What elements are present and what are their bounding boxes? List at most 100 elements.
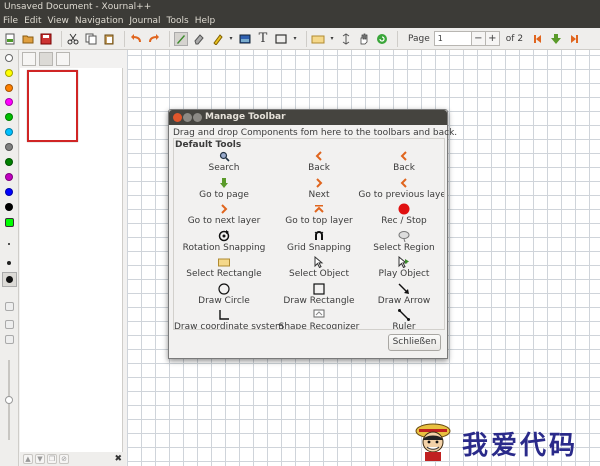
goto-page-icon[interactable]: [549, 32, 563, 46]
tool-item[interactable]: Draw Arrow: [354, 283, 444, 308]
tool-item-label: Search: [208, 163, 240, 173]
tool-item[interactable]: Select Rectangle: [174, 256, 274, 281]
page-minus-button[interactable]: −: [471, 31, 486, 46]
chevron-down-icon[interactable]: ▾: [329, 32, 335, 46]
menu-tools[interactable]: Tools: [167, 14, 189, 28]
tool-component-list[interactable]: Default Tools Search Back Back Go to page Ne…: [173, 138, 445, 330]
undo-icon[interactable]: [129, 32, 143, 46]
eraser-icon[interactable]: [192, 32, 206, 46]
redo-icon[interactable]: [147, 32, 161, 46]
tool-item[interactable]: Play Object: [354, 256, 444, 281]
text-tool-icon[interactable]: T: [256, 32, 270, 46]
color-swatch[interactable]: [5, 203, 13, 211]
color-swatch[interactable]: [5, 158, 13, 166]
menu-help[interactable]: Help: [195, 14, 216, 28]
play-object-icon: [354, 256, 444, 268]
dialog-minimize-button[interactable]: [183, 113, 192, 122]
goto-page-icon: [174, 177, 274, 189]
refresh-icon[interactable]: [375, 32, 389, 46]
tool-item[interactable]: Go to next layer: [174, 203, 274, 228]
pen-icon[interactable]: [174, 31, 188, 46]
color-swatch[interactable]: [5, 188, 13, 196]
dialog-close-button[interactable]: [173, 113, 182, 122]
tool-item[interactable]: Select Region: [354, 230, 444, 255]
page-label: Page: [408, 33, 430, 44]
color-swatch[interactable]: [5, 98, 13, 106]
move-up-icon[interactable]: ▲: [23, 454, 33, 464]
color-swatch[interactable]: [5, 54, 13, 62]
tool-item[interactable]: Ruler: [354, 309, 444, 329]
page-preview-panel: [20, 68, 123, 452]
open-folder-icon[interactable]: [21, 32, 35, 46]
fill-toggle[interactable]: [5, 302, 14, 311]
layer-button[interactable]: [5, 335, 14, 344]
tool-item-label: Rec / Stop: [381, 216, 427, 226]
menu-journal[interactable]: Journal: [129, 14, 160, 28]
menu-file[interactable]: File: [3, 14, 18, 28]
page-count-label: of 2: [505, 33, 524, 44]
tool-item[interactable]: Draw coordinate system: [174, 309, 284, 329]
first-page-icon[interactable]: [531, 32, 545, 46]
tool-item[interactable]: Go to page: [174, 177, 274, 202]
opacity-button[interactable]: [5, 320, 14, 329]
page-thumbnail[interactable]: [27, 70, 78, 142]
chevron-down-icon[interactable]: ▾: [292, 32, 298, 46]
menu-view[interactable]: View: [48, 14, 69, 28]
color-swatch[interactable]: [5, 218, 14, 227]
vertical-space-icon[interactable]: [339, 32, 353, 46]
select-rectangle-icon[interactable]: [311, 32, 325, 46]
coordinate-system-icon: [174, 309, 274, 321]
tool-item[interactable]: Search: [174, 150, 274, 175]
delete-page-icon[interactable]: ⊘: [59, 454, 69, 464]
color-swatch[interactable]: [5, 128, 13, 136]
color-swatch[interactable]: [5, 113, 13, 121]
preview-bottom-bar: ▲ ▼ ❐ ⊘ ✖: [20, 452, 126, 466]
tool-item[interactable]: Back: [354, 150, 444, 175]
copy-icon[interactable]: [84, 32, 98, 46]
save-icon[interactable]: [39, 32, 53, 46]
tab-outline[interactable]: [22, 52, 36, 66]
move-down-icon[interactable]: ▼: [35, 454, 45, 464]
tab-page-preview[interactable]: [39, 52, 53, 66]
dialog-maximize-button[interactable]: [193, 113, 202, 122]
color-swatch[interactable]: [5, 69, 13, 77]
color-swatch[interactable]: [5, 173, 13, 181]
image-icon[interactable]: [238, 32, 252, 46]
line-width-medium[interactable]: [7, 261, 11, 265]
tool-item-label: Go to page: [199, 189, 249, 200]
menu-edit[interactable]: Edit: [24, 14, 41, 28]
back-arrow-icon: [354, 150, 444, 162]
dialog-titlebar: Manage Toolbar: [169, 110, 447, 125]
select-region-icon: [354, 230, 444, 242]
tool-item[interactable]: Go to previous layer: [354, 177, 444, 202]
cut-icon[interactable]: [66, 32, 80, 46]
new-document-icon[interactable]: [3, 32, 17, 46]
tool-item[interactable]: Rotation Snapping: [174, 229, 274, 255]
page-number-input[interactable]: [433, 31, 472, 46]
line-width-thin[interactable]: [8, 243, 10, 245]
close-button[interactable]: Schließen: [388, 334, 441, 351]
line-width-thick[interactable]: [2, 272, 17, 287]
tab-layers[interactable]: [56, 52, 70, 66]
tool-item[interactable]: Rec / Stop: [354, 203, 444, 228]
copy-page-icon[interactable]: ❐: [47, 454, 57, 464]
menu-bar: File Edit View Navigation Journal Tools …: [0, 14, 600, 28]
paste-icon[interactable]: [102, 32, 116, 46]
tool-item[interactable]: Draw Circle: [174, 282, 274, 308]
close-icon[interactable]: ✖: [114, 454, 122, 464]
tool-item-label: Draw Arrow: [377, 295, 431, 306]
toolbar-separator: [61, 30, 62, 47]
last-page-icon[interactable]: [567, 32, 581, 46]
color-swatch[interactable]: [5, 84, 13, 92]
zoom-slider-handle[interactable]: [5, 396, 13, 404]
draw-rectangle-icon[interactable]: [274, 32, 288, 46]
chevron-down-icon[interactable]: ▾: [228, 32, 234, 46]
color-swatch[interactable]: [5, 143, 13, 151]
menu-navigation[interactable]: Navigation: [75, 14, 124, 28]
toolbar-separator: [169, 30, 170, 47]
highlighter-icon[interactable]: [210, 32, 224, 46]
dialog-title: Manage Toolbar: [205, 112, 286, 122]
hand-icon[interactable]: [357, 32, 371, 46]
window-titlebar: Unsaved Document - Xournal++: [0, 0, 600, 14]
page-plus-button[interactable]: +: [485, 31, 500, 46]
